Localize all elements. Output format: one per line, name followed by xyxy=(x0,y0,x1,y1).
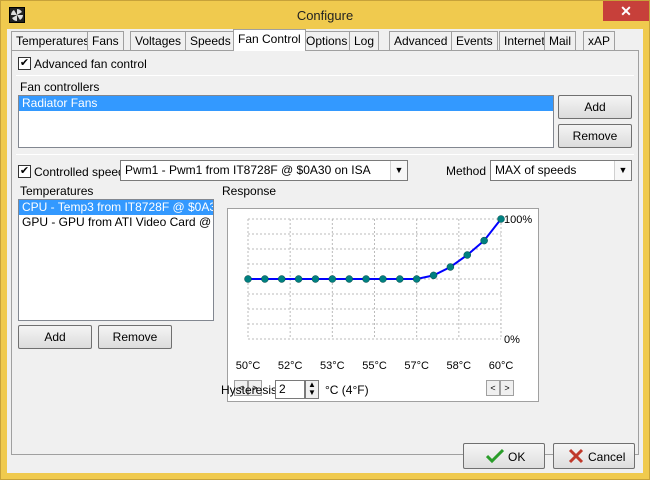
x-max-increase-button[interactable]: > xyxy=(500,380,514,396)
tab-speeds[interactable]: Speeds xyxy=(185,31,236,50)
hysteresis-unit: °C (4°F) xyxy=(325,383,369,397)
divider xyxy=(16,75,634,76)
x-tick-label: 53°C xyxy=(320,360,345,372)
data-point xyxy=(396,275,404,283)
controlled-speed-label: Controlled speed xyxy=(34,165,125,179)
x-tick-label: 50°C xyxy=(236,360,261,372)
data-point xyxy=(244,275,252,283)
temperatures-list[interactable]: CPU - Temp3 from IT8728F @ $0A30 on ISA … xyxy=(18,199,214,321)
ok-button[interactable]: OK xyxy=(463,443,545,469)
tab-internet[interactable]: Internet xyxy=(499,31,550,50)
y-max-label: 100% xyxy=(504,214,532,226)
close-icon: ✕ xyxy=(620,3,632,19)
list-item[interactable]: GPU - GPU from ATI Video Card @ $0000 xyxy=(19,215,213,230)
method-label: Method xyxy=(446,164,487,178)
data-point xyxy=(379,275,387,283)
fan-controllers-list[interactable]: Radiator Fans xyxy=(18,95,554,148)
hysteresis-input[interactable]: 2 xyxy=(275,380,305,399)
add-temperature-button[interactable]: Add xyxy=(18,325,92,349)
data-point xyxy=(429,271,438,280)
controlled-speed-value: Pwm1 - Pwm1 from IT8728F @ $0A30 on ISA xyxy=(125,163,371,177)
chevron-down-icon[interactable]: ▼ xyxy=(614,161,631,180)
close-button[interactable]: ✕ xyxy=(603,1,649,21)
tab-events[interactable]: Events xyxy=(451,31,498,50)
add-label: Add xyxy=(584,100,606,114)
response-chart[interactable]: 100% 0% 50°C 52°C 53°C 55°C 57°C 58°C 60°C < > <… xyxy=(227,208,539,402)
data-point xyxy=(311,275,320,283)
tab-log[interactable]: Log xyxy=(349,31,380,50)
chevron-down-icon[interactable]: ▼ xyxy=(390,161,407,180)
x-icon xyxy=(568,448,584,464)
tab-bar: Temperatures Fans Voltages Speeds Fan Co… xyxy=(11,29,639,51)
add-label: Add xyxy=(44,330,66,344)
tab-options[interactable]: Options xyxy=(301,31,353,50)
controlled-speed-checkbox[interactable]: ✔ xyxy=(18,165,31,178)
tab-mail[interactable]: Mail xyxy=(544,31,577,50)
remove-temperature-button[interactable]: Remove xyxy=(98,325,172,349)
remove-fan-controller-button[interactable]: Remove xyxy=(558,124,632,148)
data-point xyxy=(412,275,421,283)
title-bar[interactable]: Configure ✕ xyxy=(1,1,649,29)
x-tick-label: 58°C xyxy=(447,360,472,372)
advanced-fan-control-checkbox[interactable]: ✔ xyxy=(18,57,31,70)
remove-label: Remove xyxy=(572,129,618,143)
tab-fan-control[interactable]: Fan Control xyxy=(233,29,306,51)
x-tick-label: 60°C xyxy=(489,360,514,372)
temperatures-label: Temperatures xyxy=(20,184,94,198)
window-title: Configure xyxy=(296,8,354,23)
configure-window: Configure ✕ Temperatures Fans Voltages S… xyxy=(0,0,650,480)
divider xyxy=(16,154,634,155)
y-min-label: 0% xyxy=(504,334,520,346)
x-max-decrease-button[interactable]: < xyxy=(486,380,500,396)
advanced-fan-control-label: Advanced fan control xyxy=(34,57,147,71)
data-point xyxy=(294,275,303,283)
data-point xyxy=(446,263,455,271)
add-fan-controller-button[interactable]: Add xyxy=(558,95,632,119)
tab-voltages[interactable]: Voltages xyxy=(130,31,187,50)
controlled-speed-select[interactable]: Pwm1 - Pwm1 from IT8728F @ $0A30 on ISA … xyxy=(120,160,408,181)
list-item[interactable]: Radiator Fans xyxy=(19,96,553,111)
x-tick-label: 55°C xyxy=(362,360,387,372)
remove-label: Remove xyxy=(112,330,158,344)
list-item[interactable]: CPU - Temp3 from IT8728F @ $0A30 on ISA xyxy=(19,200,213,215)
x-tick-label: 52°C xyxy=(278,360,303,372)
check-icon xyxy=(486,448,504,464)
response-label: Response xyxy=(222,184,277,198)
method-value: MAX of speeds xyxy=(495,163,577,177)
tab-temperatures[interactable]: Temperatures xyxy=(11,31,95,50)
tab-advanced[interactable]: Advanced xyxy=(389,31,453,50)
fan-controllers-label: Fan controllers xyxy=(20,80,100,94)
data-point xyxy=(362,275,370,283)
hysteresis-spinner[interactable]: ▲ ▼ xyxy=(305,380,319,399)
hysteresis-label: Hysteresis xyxy=(221,383,278,397)
dialog-client: Temperatures Fans Voltages Speeds Fan Co… xyxy=(7,29,643,473)
data-point xyxy=(261,275,269,283)
data-point xyxy=(463,251,472,259)
ok-label: OK xyxy=(508,450,526,464)
data-point xyxy=(480,236,488,245)
response-chart-svg: 100% 0% 50°C 52°C 53°C 55°C 57°C 58°C 60°C xyxy=(236,214,533,372)
cancel-label: Cancel xyxy=(588,450,626,464)
data-point xyxy=(328,275,337,283)
x-tick-label: 57°C xyxy=(404,360,429,372)
data-point xyxy=(277,275,286,283)
data-point xyxy=(345,275,353,283)
tab-fans[interactable]: Fans xyxy=(87,31,124,50)
method-select[interactable]: MAX of speeds ▼ xyxy=(490,160,632,181)
tab-xap[interactable]: xAP xyxy=(583,31,616,50)
cancel-button[interactable]: Cancel xyxy=(553,443,635,469)
